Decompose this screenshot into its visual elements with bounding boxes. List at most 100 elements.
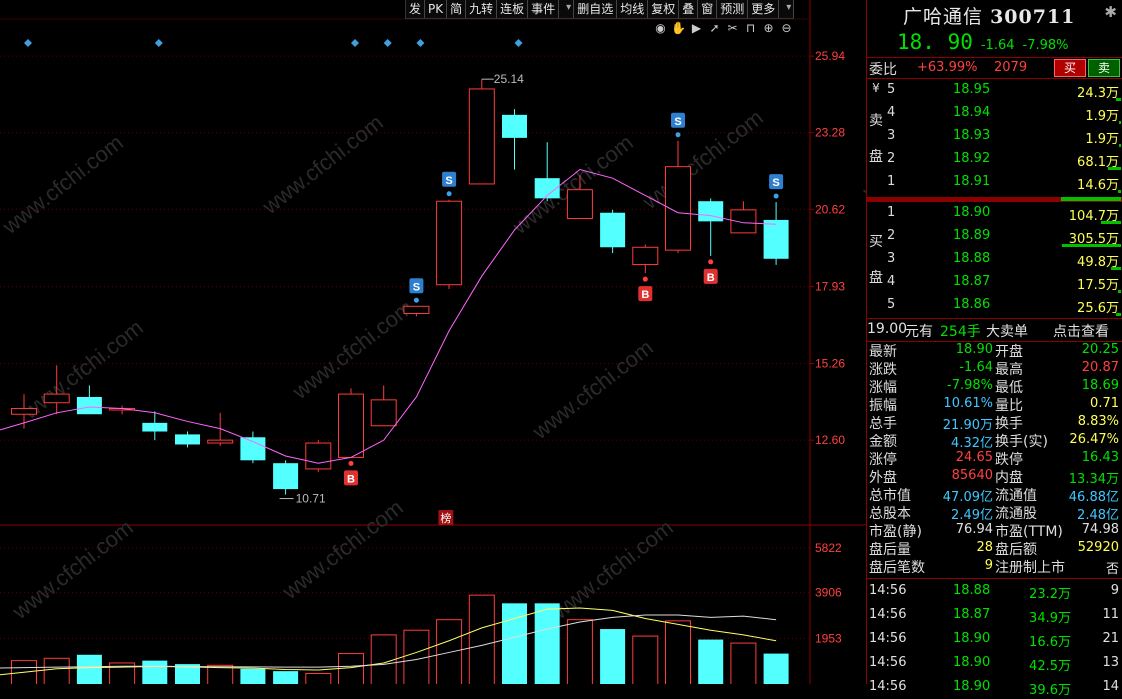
buy-signal-label: B — [641, 289, 649, 301]
stats-row: 最新 18.90 开盘 20.25 — [867, 341, 1122, 360]
bid-level: 5 — [887, 297, 896, 312]
candle-body[interactable] — [338, 393, 364, 458]
big-order-price: 19.00 — [867, 321, 908, 337]
sell-button[interactable]: 卖 — [1088, 59, 1120, 77]
eye-icon[interactable]: ◉ — [653, 20, 668, 36]
candle-body[interactable] — [502, 114, 527, 138]
cursor-icon[interactable]: ➚ — [707, 20, 722, 36]
toolbar-ma-button[interactable]: 均线 — [617, 0, 649, 18]
big-order-view-link[interactable]: 点击查看 — [1053, 321, 1109, 341]
zoom-in-icon[interactable]: ⊕ — [761, 20, 776, 36]
ask-level: 2 — [887, 151, 896, 166]
candle-body[interactable] — [142, 422, 168, 432]
candle-body[interactable] — [207, 439, 234, 444]
candle-body[interactable] — [698, 201, 724, 222]
candle-body[interactable] — [43, 393, 70, 404]
stat-label: 最高 — [995, 362, 1023, 378]
toolbar-more-button[interactable]: 更多 — [748, 0, 780, 18]
tick-count: 9 — [1110, 583, 1119, 598]
toolbar-forecast-button[interactable]: 预测 — [717, 0, 749, 18]
price-tick-label: 17.93 — [815, 280, 845, 294]
toolbar-jiuzhuan-button[interactable]: 九转 — [466, 0, 498, 18]
stat-label: 涨停 — [869, 452, 897, 468]
tick-time: 14:56 — [869, 679, 907, 694]
kline-chart-area[interactable]: www.cfchi.com www.cfchi.com www.cfchi.com w… — [0, 0, 866, 684]
toolbar-pk-button[interactable]: PK — [425, 0, 448, 18]
bid-row[interactable]: 2 18.89 305.5万 — [885, 225, 1121, 248]
bid-volume-bar — [1111, 267, 1121, 270]
stat-label: 最低 — [995, 380, 1023, 396]
bid-row[interactable]: 3 18.88 49.8万 — [885, 248, 1121, 271]
candle-body[interactable] — [240, 437, 266, 461]
volume-bar — [665, 620, 691, 684]
bid-row[interactable]: 4 18.87 17.5万 — [885, 271, 1121, 294]
price-line: 18. 90 -1.64 -7.98% — [897, 30, 1069, 54]
candle-body[interactable] — [403, 305, 430, 314]
toolbar-fa-button[interactable]: 发 — [406, 0, 426, 18]
ask-side-label-2: 盘 — [869, 149, 883, 165]
tick-row: 14:56 18.87 34.9万 11 — [867, 603, 1122, 627]
lock-icon[interactable]: ⊓ — [743, 20, 758, 36]
zoom-out-icon[interactable]: ⊖ — [779, 20, 794, 36]
gear-icon[interactable]: ✱ — [1104, 3, 1117, 21]
stat-label: 涨幅 — [869, 380, 897, 396]
candle-body[interactable] — [175, 434, 200, 445]
bid-volume-bar — [1101, 221, 1121, 224]
candle-body[interactable] — [632, 246, 659, 266]
tick-row: 14:56 18.90 39.6万 14 — [867, 675, 1122, 699]
hand-icon[interactable]: ✋ — [671, 20, 686, 36]
toolbar-event-dropdown[interactable] — [559, 0, 575, 18]
stat-label: 换手 — [995, 416, 1023, 432]
candle-body[interactable] — [273, 463, 299, 490]
stats-row: 总手 21.90万 换手 8.83% — [867, 413, 1122, 433]
stat-label: 注册制上市 — [995, 560, 1065, 576]
tick-row: 14:56 18.90 16.6万 21 — [867, 627, 1122, 651]
volume-bar — [730, 642, 757, 684]
candle-body[interactable] — [370, 399, 397, 427]
toolbar-remove-watchlist-button[interactable]: 删自选 — [574, 0, 618, 18]
ask-row[interactable]: 1 18.91 14.6万 — [885, 171, 1121, 194]
bid-side-label-1: 买 — [869, 234, 883, 250]
candle-body[interactable] — [11, 407, 37, 415]
bid-row[interactable]: 1 18.90 104.7万 — [885, 202, 1121, 225]
kline-chart-svg[interactable]: www.cfchi.com www.cfchi.com www.cfchi.com w… — [0, 0, 866, 684]
stat-label: 外盘 — [869, 470, 897, 486]
play-icon[interactable]: ▶ — [689, 20, 704, 36]
ask-level: 3 — [887, 128, 896, 143]
volume-bar — [338, 653, 364, 684]
stats-row: 总市值 47.09亿 流通值 46.88亿 — [867, 485, 1122, 505]
candle-body[interactable] — [468, 88, 495, 185]
toolbar-lianban-button[interactable]: 连板 — [497, 0, 529, 18]
tick-volume: 34.9万 — [1029, 611, 1071, 626]
toolbar-overlay-button[interactable]: 叠 — [679, 0, 699, 18]
toolbar-simple-button[interactable]: 简 — [447, 0, 467, 18]
volume-bar — [763, 653, 789, 684]
ask-row[interactable]: 2 18.92 68.1万 — [885, 148, 1121, 171]
candle-body[interactable] — [566, 189, 593, 219]
toolbar-pin-icon[interactable] — [779, 0, 795, 18]
bid-row[interactable]: 5 18.86 25.6万 — [885, 294, 1121, 317]
volume-tick-label: 3906 — [815, 586, 842, 600]
candle-body[interactable] — [436, 200, 463, 286]
ask-price: 18.93 — [953, 128, 991, 143]
candle-body[interactable] — [600, 212, 626, 248]
ask-row[interactable]: 3 18.93 1.9万 — [885, 125, 1121, 148]
ask-row[interactable]: 4 18.94 1.9万 — [885, 102, 1121, 125]
toolbar-event-button[interactable]: 事件 — [528, 0, 560, 18]
bid-price: 18.88 — [953, 251, 991, 266]
tick-count: 21 — [1102, 631, 1119, 646]
buy-button[interactable]: 买 — [1054, 59, 1086, 77]
tick-price: 18.88 — [953, 583, 991, 598]
ask-row[interactable]: 5 18.95 24.3万 — [885, 79, 1121, 102]
stat-value: 18.90 — [955, 342, 993, 357]
currency-icon: ¥ — [872, 81, 880, 95]
scissors-icon[interactable]: ✂ — [725, 20, 740, 36]
candle-body[interactable] — [305, 442, 332, 470]
price-tick-label: 20.62 — [815, 202, 845, 216]
stat-label: 总手 — [869, 416, 897, 432]
stat-value: 26.47% — [1069, 432, 1119, 447]
toolbar-window-button[interactable]: 窗 — [698, 0, 718, 18]
candle-body[interactable] — [76, 396, 102, 415]
toolbar-adjust-button[interactable]: 复权 — [648, 0, 680, 18]
candle-body[interactable] — [763, 219, 789, 259]
